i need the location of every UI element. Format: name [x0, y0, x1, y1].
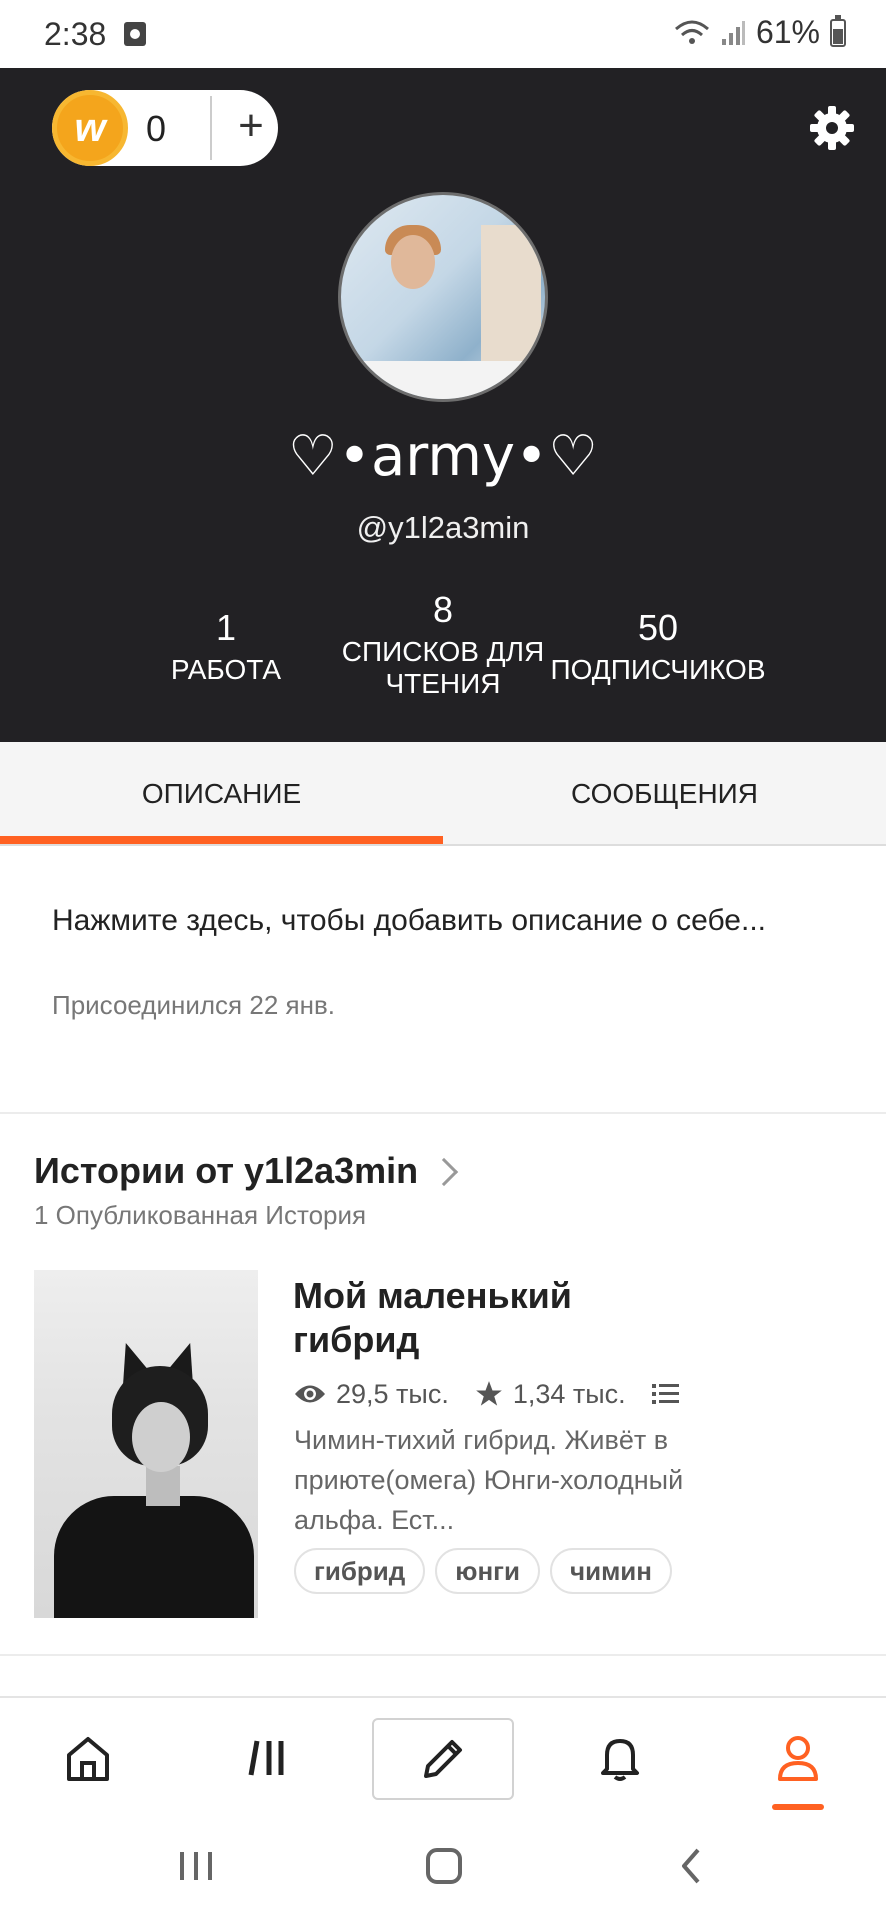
- story-description: Чимин-тихий гибрид. Живёт в приюте(омега…: [294, 1425, 684, 1535]
- coin-count: 0: [146, 108, 167, 149]
- tab-messages[interactable]: СООБЩЕНИЯ: [443, 742, 886, 846]
- stat-works-number: 1: [215, 607, 237, 648]
- display-name: ♡•army•♡: [287, 424, 599, 489]
- stories-count: 1 Опубликованная История: [34, 1200, 367, 1230]
- stat-works[interactable]: 1 РАБОТА: [146, 608, 306, 686]
- battery-icon: [830, 14, 846, 47]
- story-cover[interactable]: [34, 1270, 258, 1618]
- back-icon[interactable]: [652, 1836, 732, 1896]
- tag-chip[interactable]: гибрид: [294, 1548, 426, 1594]
- cover-neck: [146, 1466, 180, 1506]
- tab-about[interactable]: ОПИСАНИЕ: [0, 742, 443, 846]
- joined-date: Присоединился 22 янв.: [52, 990, 335, 1020]
- cover-face: [132, 1402, 190, 1472]
- star-icon: [475, 1381, 502, 1406]
- story-meta: 29,5 тыс. 1,34 тыс.: [294, 1376, 690, 1412]
- nav-profile[interactable]: [758, 1718, 838, 1798]
- status-right: 61%: [674, 14, 846, 51]
- pencil-icon: [424, 1740, 462, 1778]
- bottom-navigation: [0, 1696, 886, 1816]
- library-icon: [248, 1740, 284, 1776]
- cover-body: [54, 1496, 254, 1618]
- avatar-background: [481, 225, 541, 375]
- profile-tabs: ОПИСАНИЕ СООБЩЕНИЯ: [0, 742, 886, 846]
- tag-chip[interactable]: чимин: [549, 1548, 672, 1594]
- nav-home[interactable]: [48, 1718, 128, 1798]
- chevron-right-icon[interactable]: [429, 1157, 459, 1187]
- stat-reading-lists-number: 8: [432, 589, 454, 630]
- eye-icon: [295, 1385, 325, 1403]
- profile-header: w 0 + ♡•army•♡ @y1l2a3min 1 РАБОТА 8 СПИ…: [0, 68, 886, 742]
- stat-followers[interactable]: 50 ПОДПИСЧИКОВ: [548, 608, 768, 686]
- system-navigation-bar: [0, 1816, 886, 1920]
- home-icon: [67, 1737, 109, 1781]
- divider: [0, 1112, 886, 1114]
- coin-icon: w: [52, 90, 128, 166]
- status-bar: 2:38 61%: [0, 0, 886, 68]
- coin-divider: [210, 96, 212, 160]
- wifi-icon: [674, 20, 709, 44]
- story-title[interactable]: Мой маленький гибрид: [293, 1274, 673, 1362]
- bell-icon: [601, 1739, 639, 1781]
- signal-icon: [721, 20, 745, 45]
- divider: [0, 1654, 886, 1656]
- media-notification-icon: [124, 22, 146, 46]
- add-coins-button[interactable]: +: [224, 96, 278, 160]
- stat-works-label: РАБОТА: [170, 654, 282, 685]
- profile-icon: [778, 1736, 818, 1781]
- stories-section-title[interactable]: Истории от y1l2a3min: [34, 1150, 418, 1192]
- nav-write[interactable]: [372, 1718, 514, 1800]
- status-time: 2:38: [44, 16, 107, 52]
- recent-apps-icon[interactable]: [156, 1836, 236, 1896]
- home-button-icon[interactable]: [404, 1836, 484, 1896]
- active-tab-indicator: [0, 836, 443, 844]
- story-tags: гибрид юнги чимин: [294, 1548, 672, 1594]
- parts-list-icon: [651, 1384, 679, 1404]
- nav-notifications[interactable]: [580, 1718, 660, 1798]
- clipped-text: [294, 1612, 494, 1620]
- story-votes: 1,34 тыс.: [512, 1378, 626, 1409]
- stat-reading-lists-label: СПИСКОВ ДЛЯ ЧТЕНИЯ: [341, 636, 545, 699]
- settings-gear-icon[interactable]: [808, 104, 856, 152]
- tag-chip[interactable]: юнги: [435, 1548, 540, 1594]
- username: @y1l2a3min: [356, 510, 530, 545]
- avatar-band: [341, 361, 545, 399]
- coin-balance-pill[interactable]: w 0 +: [52, 90, 278, 166]
- stat-reading-lists[interactable]: 8 СПИСКОВ ДЛЯ ЧТЕНИЯ: [334, 590, 552, 700]
- about-placeholder[interactable]: Нажмите здесь, чтобы добавить описание о…: [52, 898, 772, 944]
- story-reads: 29,5 тыс.: [336, 1378, 449, 1409]
- nav-active-indicator: [772, 1804, 824, 1810]
- battery-percent: 61%: [755, 14, 820, 50]
- avatar-face: [391, 235, 435, 289]
- stat-followers-number: 50: [637, 607, 679, 648]
- stat-followers-label: ПОДПИСЧИКОВ: [550, 654, 766, 685]
- profile-avatar[interactable]: [338, 192, 548, 402]
- nav-library[interactable]: [228, 1718, 308, 1798]
